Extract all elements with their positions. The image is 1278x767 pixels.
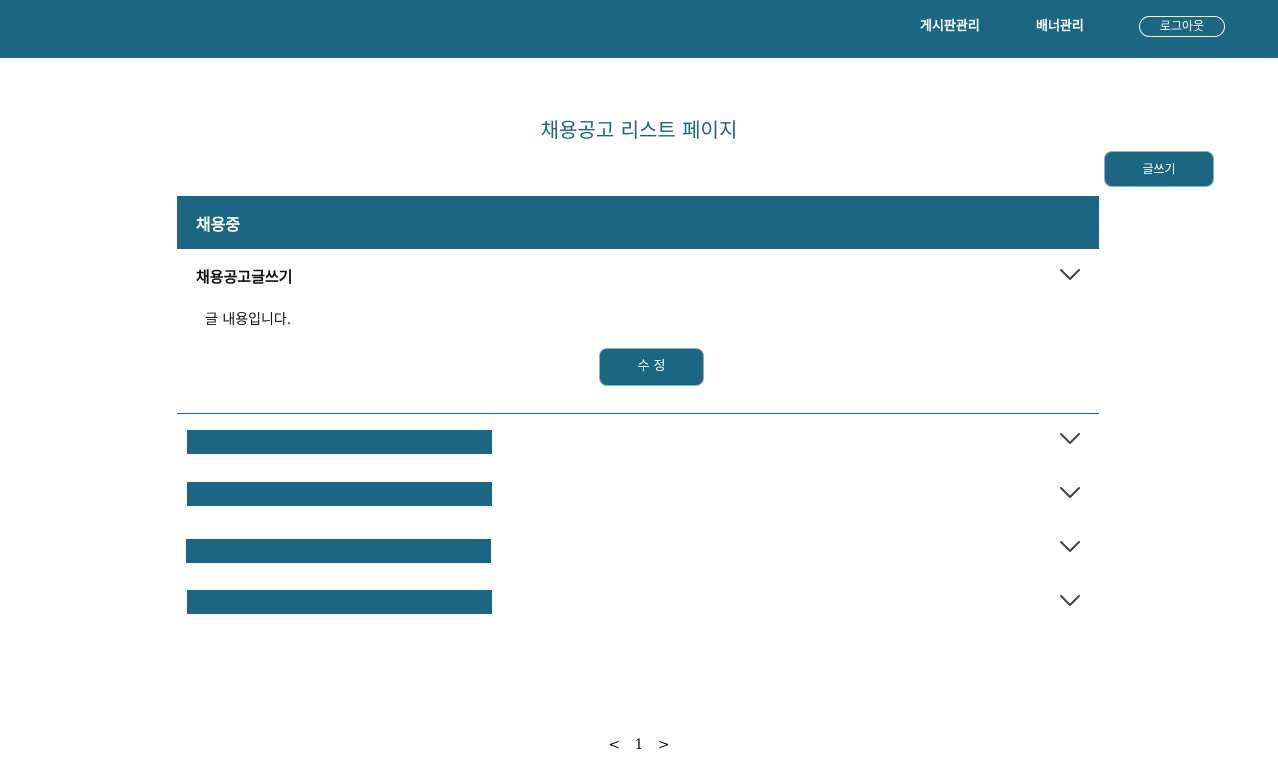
nav-banner-management[interactable]: 배너관리 [1036,15,1084,34]
post-title-placeholder[interactable] [186,539,491,563]
pagination-prev[interactable]: < [608,737,620,753]
pagination: < 1 > [0,737,1278,753]
logout-button[interactable]: 로그아웃 [1139,16,1225,37]
post-title-placeholder[interactable] [187,430,492,454]
chevron-down-icon[interactable] [1059,540,1081,554]
chevron-down-icon[interactable] [1059,432,1081,446]
chevron-down-icon[interactable] [1059,594,1081,608]
section-label: 채용중 [196,215,241,234]
nav-board-management[interactable]: 게시판관리 [920,15,980,34]
section-header: 채용중 [177,196,1099,249]
post-title-placeholder[interactable] [187,482,492,506]
pagination-next[interactable]: > [658,737,670,753]
post-title-placeholder[interactable] [187,590,492,614]
post-body: 글 내용입니다. [205,312,292,328]
edit-button[interactable]: 수 정 [599,348,704,386]
chevron-down-icon[interactable] [1059,486,1081,500]
chevron-down-icon[interactable] [1059,268,1081,282]
post-title[interactable]: 채용공고글쓰기 [196,266,293,287]
divider [177,413,1099,414]
pagination-page-1[interactable]: 1 [635,737,644,753]
top-navigation-bar: 게시판관리 배너관리 로그아웃 [0,0,1278,58]
write-button[interactable]: 글쓰기 [1104,151,1214,187]
page-title: 채용공고 리스트 페이지 [540,118,738,142]
